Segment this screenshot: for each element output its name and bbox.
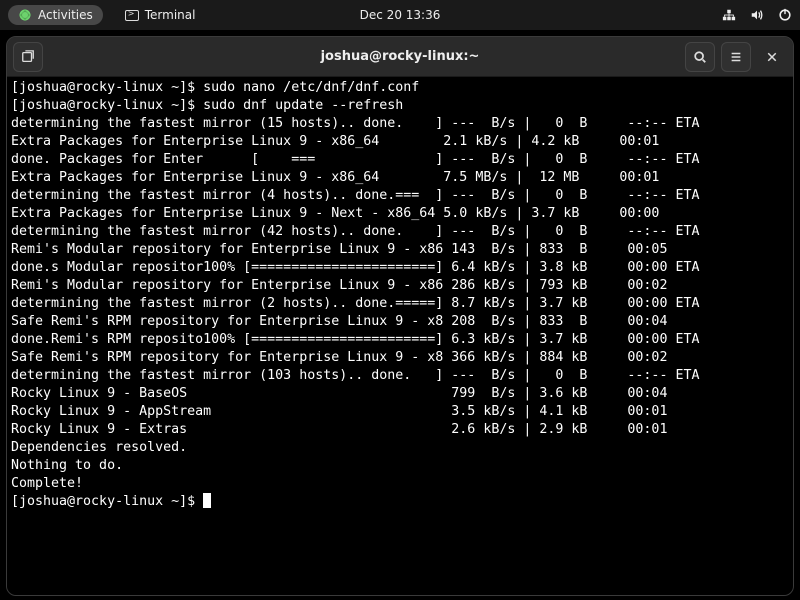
window-title: joshua@rocky-linux:~ <box>321 49 480 64</box>
titlebar: joshua@rocky-linux:~ <box>7 37 793 77</box>
activities-icon <box>18 8 32 22</box>
network-icon <box>722 8 736 22</box>
activities-button[interactable]: Activities <box>8 5 103 25</box>
menu-button[interactable] <box>721 42 751 72</box>
terminal-icon <box>125 10 139 21</box>
topbar-datetime[interactable]: Dec 20 13:36 <box>360 8 441 22</box>
power-icon <box>778 8 792 22</box>
close-button[interactable] <box>757 42 787 72</box>
activities-label: Activities <box>38 8 93 22</box>
volume-icon <box>750 8 764 22</box>
topbar-system-tray[interactable] <box>722 8 792 22</box>
search-button[interactable] <box>685 42 715 72</box>
taskbar-app-label: Terminal <box>145 8 196 22</box>
gnome-topbar: Activities Terminal Dec 20 13:36 <box>0 0 800 30</box>
new-tab-button[interactable] <box>13 42 43 72</box>
cursor <box>203 493 211 508</box>
terminal-output[interactable]: [joshua@rocky-linux ~]$ sudo nano /etc/d… <box>7 77 793 596</box>
terminal-window: joshua@rocky-linux:~ [joshua@rocky-linux… <box>6 36 794 596</box>
taskbar-app-terminal[interactable]: Terminal <box>125 8 196 22</box>
